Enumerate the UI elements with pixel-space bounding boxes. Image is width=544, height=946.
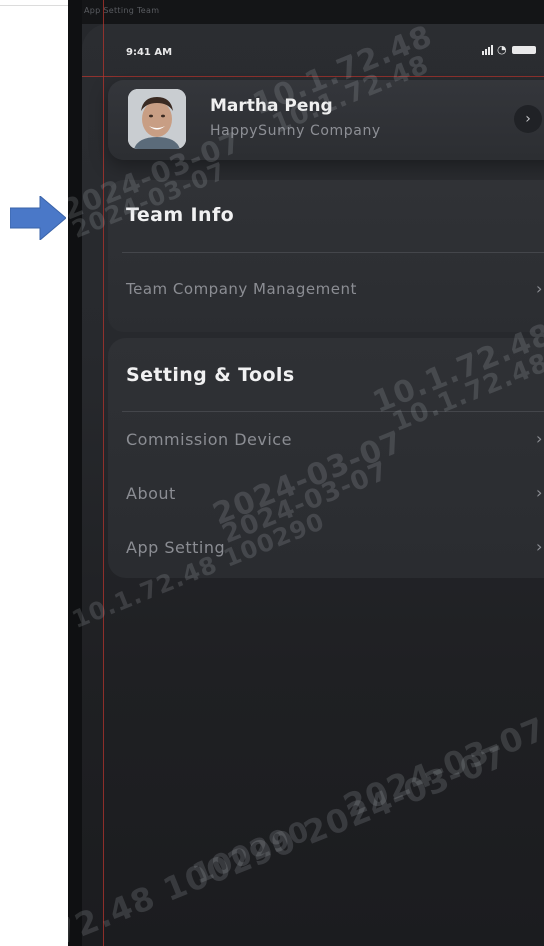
status-icons: ◔ — [482, 43, 544, 57]
settings-tools-title: Setting & Tools — [126, 364, 295, 386]
window-title: App Setting Team — [84, 6, 160, 15]
battery-icon — [512, 46, 536, 54]
menu-item-team-company-management[interactable]: Team Company Management › — [108, 268, 544, 312]
menu-item-label: Team Company Management — [126, 280, 357, 298]
phone-screenshot: App Setting Team 9:41 AM ◔ Martha Peng H… — [68, 0, 544, 946]
guide-line-vertical — [103, 0, 104, 946]
menu-item-label: About — [126, 484, 176, 503]
chevron-right-icon: › — [536, 483, 543, 502]
chevron-right-icon: › — [536, 279, 543, 298]
phone-left-bezel — [68, 0, 82, 946]
chevron-right-icon: › — [536, 537, 543, 556]
divider — [122, 411, 544, 412]
avatar[interactable] — [128, 89, 186, 149]
top-separator — [0, 5, 70, 6]
chevron-right-icon[interactable]: › — [514, 105, 542, 133]
chevron-right-icon: › — [536, 429, 543, 448]
status-time: 9:41 AM — [126, 47, 173, 58]
wifi-icon: ◔ — [497, 43, 507, 56]
menu-item-label: Commission Device — [126, 430, 292, 449]
arrow-right-icon — [10, 196, 66, 240]
divider — [122, 252, 544, 253]
